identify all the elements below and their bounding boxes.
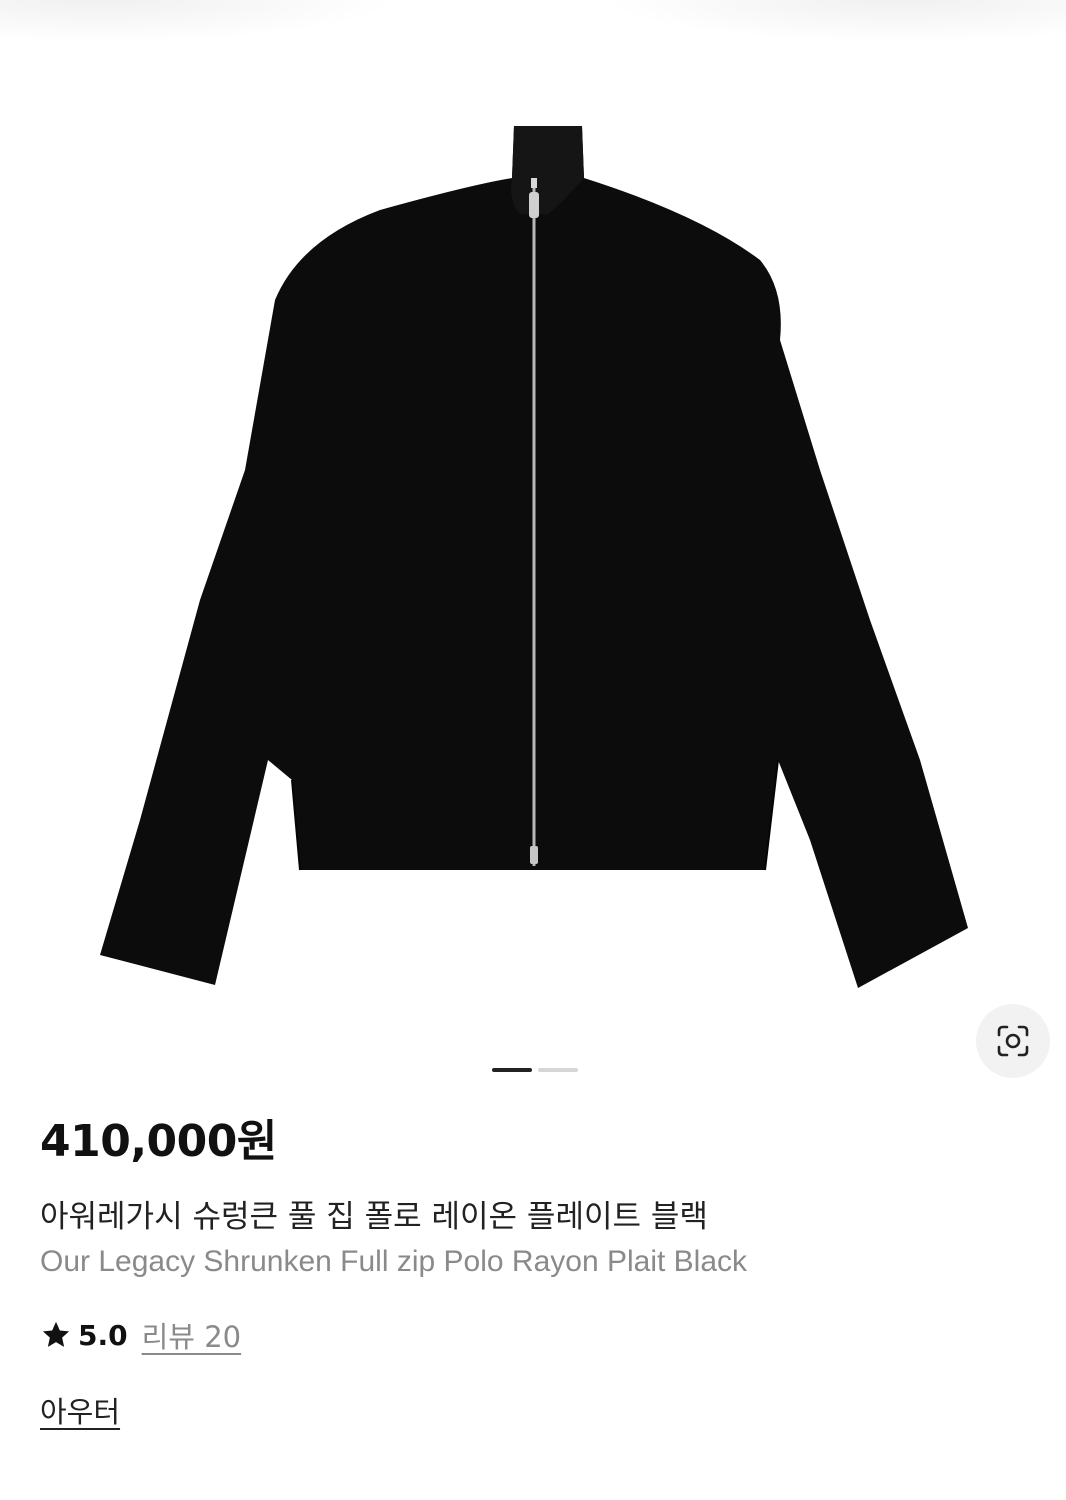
- pager-indicator-1[interactable]: [492, 1068, 532, 1072]
- product-name-korean: 아워레가시 슈렁큰 풀 집 폴로 레이온 플레이트 블랙: [40, 1199, 708, 1235]
- product-name-english: Our Legacy Shrunken Full zip Polo Rayon …: [40, 1245, 748, 1278]
- rating-row: 5.0 리뷰 20: [40, 1315, 1030, 1355]
- pager-indicator-2[interactable]: [538, 1068, 578, 1072]
- visual-search-icon: [997, 1025, 1029, 1057]
- visual-search-button[interactable]: [976, 1004, 1050, 1078]
- image-pager: [492, 1068, 578, 1072]
- rating-value: 5.0: [78, 1318, 128, 1352]
- jacket-illustration: [100, 126, 968, 988]
- product-info: 410,000원 아워레가시 슈렁큰 풀 집 폴로 레이온 플레이트 블랙 Ou…: [40, 1120, 1030, 1431]
- category-link[interactable]: 아우터: [40, 1389, 120, 1431]
- product-price: 410,000원: [40, 1116, 277, 1167]
- zipper-pull: [529, 192, 539, 218]
- star-icon: [42, 1321, 70, 1347]
- product-image[interactable]: [0, 0, 1066, 1060]
- review-count-link[interactable]: 리뷰 20: [142, 1314, 241, 1356]
